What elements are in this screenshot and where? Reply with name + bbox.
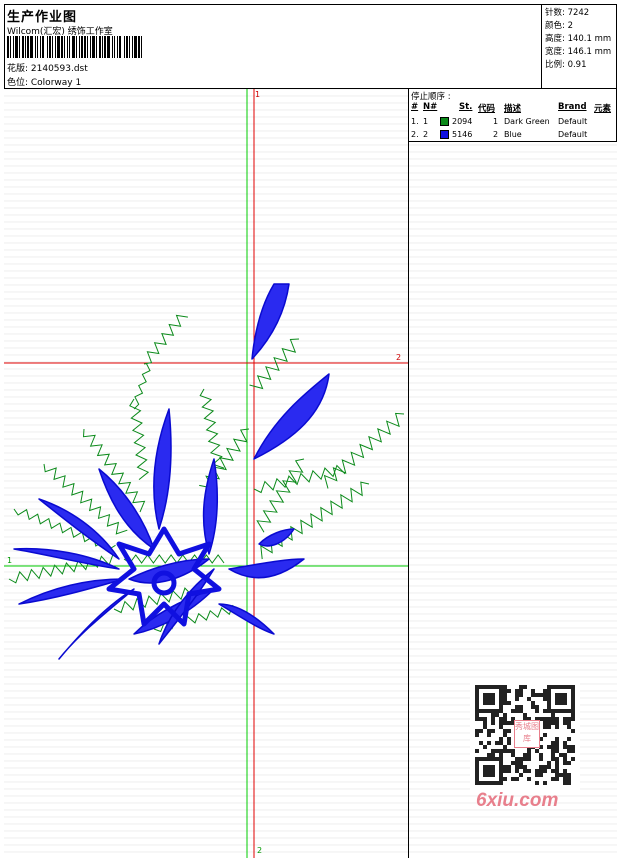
colorway: 色位: Colorway 1	[7, 78, 82, 88]
row-n: 2	[423, 130, 429, 139]
col-brand: Brand	[558, 102, 587, 112]
col-n: N#	[423, 102, 438, 112]
col-hash: #	[411, 102, 419, 112]
design-canvas[interactable]: 1 2 1 2	[4, 89, 409, 858]
stop-sequence-header: # N# St. 代码 描述 Brand 元素	[409, 101, 617, 115]
row-desc: Blue	[504, 130, 522, 139]
row-stitches: 2094	[452, 117, 473, 126]
row-desc: Dark Green	[504, 117, 550, 126]
axis-label-right: 2	[396, 353, 402, 362]
design-file: 花版: 2140593.dst	[7, 64, 88, 74]
watermark-text: 6xiu.com	[476, 790, 559, 811]
col-desc: 描述	[504, 104, 522, 114]
qr-code-icon: 秀城图库	[470, 680, 580, 790]
embroidery-preview	[4, 89, 408, 858]
col-code: 代码	[478, 104, 496, 114]
table-row[interactable]: 1. 1 2094 1 Dark Green Default	[409, 116, 617, 128]
stat-ratio: 比例: 0.91	[545, 60, 587, 70]
row-brand: Default	[558, 130, 588, 139]
row-stitches: 5146	[452, 130, 473, 139]
stats-box: 针数: 7242 颜色: 2 高度: 140.1 mm 宽度: 146.1 mm…	[541, 4, 617, 89]
stat-stitches: 针数: 7242	[545, 8, 590, 18]
col-st: St.	[459, 102, 473, 112]
stat-height: 高度: 140.1 mm	[545, 34, 612, 44]
qr-badge: 秀城图库	[514, 720, 540, 748]
color-swatch	[440, 130, 449, 139]
axis-label-top: 1	[255, 90, 261, 99]
row-index: 2.	[411, 130, 419, 139]
row-index: 1.	[411, 117, 419, 126]
barcode-icon	[7, 36, 142, 58]
color-swatch	[440, 117, 449, 126]
table-row[interactable]: 2. 2 5146 2 Blue Default	[409, 129, 617, 141]
axis-label-left: 1	[7, 556, 13, 565]
page-title: 生产作业图	[7, 10, 78, 25]
row-code: 2	[493, 130, 499, 139]
row-n: 1	[423, 117, 429, 126]
stat-width: 宽度: 146.1 mm	[545, 47, 612, 57]
blue-thread-stitches	[13, 283, 330, 660]
col-elem: 元素	[594, 104, 612, 114]
stat-colors: 颜色: 2	[545, 21, 573, 31]
row-code: 1	[493, 117, 499, 126]
axis-label-bottom: 2	[257, 846, 263, 855]
row-brand: Default	[558, 117, 588, 126]
